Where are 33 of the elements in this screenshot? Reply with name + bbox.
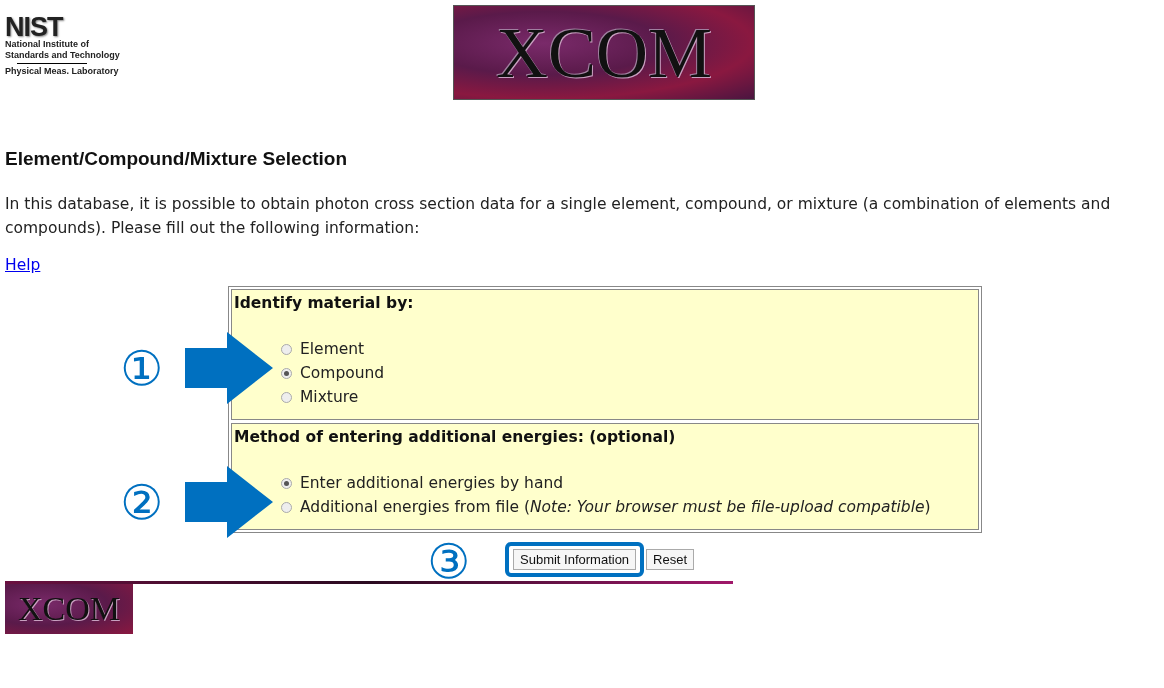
option-label: Enter additional energies by hand — [300, 473, 564, 494]
step-number: ① — [120, 344, 164, 392]
xcom-logo: XCOM — [5, 584, 133, 634]
radio-button[interactable] — [281, 477, 292, 489]
step-number: ③ — [427, 537, 471, 585]
radio-button[interactable] — [281, 391, 292, 403]
intro-paragraph: In this database, it is possible to obtain photon cross section data for a single element, compound, or mixture (a combination of elements and compounds). Please fill out the following information: — [5, 194, 1112, 239]
xcom-banner: XCOM — [453, 5, 755, 100]
logo-mark: NIST — [5, 15, 64, 39]
option-label: Mixture — [300, 387, 359, 408]
radio-option[interactable]: Compound — [281, 361, 976, 385]
logo-text: National Institute of — [5, 39, 90, 50]
option-label: Additional energies from file (Note: Your browser must be file-upload compatible) — [300, 497, 931, 518]
radio-button[interactable] — [281, 343, 292, 355]
radio-option[interactable]: Additional energies from file (Note: Your browser must be file-upload compatible) — [281, 495, 976, 519]
submit-button[interactable]: Submit Information — [513, 548, 637, 570]
help-link[interactable]: Help — [5, 256, 41, 274]
arrow-icon — [185, 466, 274, 538]
logo-text: Standards and Technology — [5, 50, 121, 61]
radio-option[interactable]: Enter additional energies by hand — [281, 471, 976, 495]
radio-option[interactable]: Mixture — [281, 385, 976, 409]
radio-option[interactable]: Element — [281, 337, 976, 361]
arrow-icon — [185, 332, 274, 404]
option-label: Compound — [300, 363, 385, 384]
section-title: Identify material by: — [234, 293, 415, 313]
page-heading: Element/Compound/Mixture Selection — [5, 148, 349, 170]
reset-button[interactable]: Reset — [646, 548, 695, 570]
option-label: Element — [300, 339, 365, 360]
step-number: ② — [120, 478, 164, 526]
section-title: Method of entering additional energies: (optional) — [234, 427, 677, 447]
radio-button[interactable] — [281, 367, 292, 379]
radio-button[interactable] — [281, 501, 292, 513]
logo-text: Physical Meas. Laboratory — [5, 66, 120, 77]
